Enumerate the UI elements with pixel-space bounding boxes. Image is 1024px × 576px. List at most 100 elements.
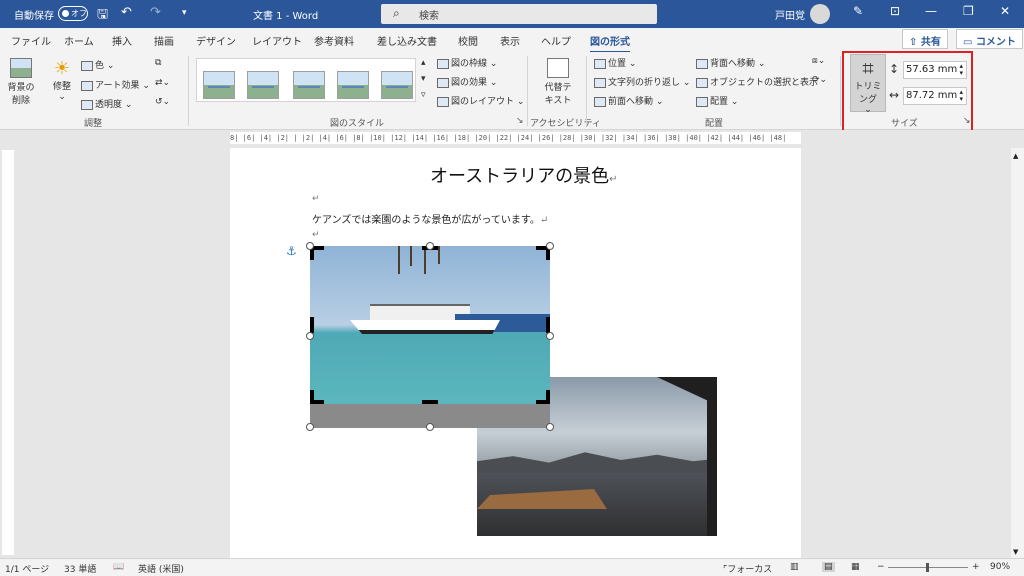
group-objects-icon[interactable]: ⧈⌄	[812, 56, 825, 66]
style-thumb[interactable]	[293, 71, 325, 99]
tab-references[interactable]: 参考資料	[314, 33, 354, 48]
redo-icon[interactable]: ↷	[150, 5, 161, 20]
remove-background-button[interactable]: 背景の 削除	[4, 58, 38, 106]
crop-handle[interactable]	[310, 317, 314, 333]
separator	[840, 56, 841, 126]
read-mode-icon[interactable]: ▥	[790, 562, 799, 572]
roof-shape	[477, 489, 607, 509]
size-group-highlight	[842, 51, 973, 132]
ribbon-display-icon[interactable]: ⊡	[890, 4, 900, 18]
style-thumb[interactable]	[337, 71, 369, 99]
page-count[interactable]: 1/1 ページ	[5, 562, 49, 575]
tab-view[interactable]: 表示	[500, 33, 520, 48]
print-layout-icon[interactable]: ▤	[822, 562, 835, 572]
tab-mailings[interactable]: 差し込み文書	[377, 33, 437, 48]
autosave-toggle[interactable]: オフ	[58, 6, 88, 21]
close-icon[interactable]: ✕	[1000, 4, 1010, 18]
zoom-level[interactable]: 90%	[990, 562, 1010, 572]
zoom-in-icon[interactable]: +	[972, 562, 980, 572]
wrap-text-button[interactable]: 文字列の折り返し ⌄	[594, 75, 690, 88]
ribbon-tabs: ファイル ホーム 挿入 描画 デザイン レイアウト 参考資料 差し込み文書 校閲…	[0, 28, 1024, 53]
tab-help[interactable]: ヘルプ	[541, 33, 571, 48]
align-button[interactable]: 配置 ⌄	[696, 94, 738, 107]
gallery-down-icon[interactable]: ▾	[421, 74, 426, 84]
pen-icon[interactable]: ✎	[853, 4, 863, 18]
proofing-icon[interactable]: 📖	[113, 562, 124, 572]
document-page[interactable]: オーストラリアの景色↵ ↵ ケアンズでは楽園のような景色が広がっています。↵ ↵…	[230, 148, 801, 558]
tab-design[interactable]: デザイン	[196, 33, 236, 48]
picture-border-button[interactable]: 図の枠線 ⌄	[437, 56, 497, 69]
send-backward-button[interactable]: 背面へ移動 ⌄	[696, 56, 765, 69]
compress-pictures-icon[interactable]: ⧉	[155, 58, 161, 68]
ferry-photo[interactable]	[310, 246, 550, 404]
selection-pane-button[interactable]: オブジェクトの選択と表示	[696, 75, 818, 88]
resize-handle[interactable]	[546, 242, 554, 250]
reset-picture-icon[interactable]: ↺⌄	[155, 97, 170, 107]
style-thumb[interactable]	[203, 71, 235, 99]
resize-handle[interactable]	[426, 423, 434, 431]
crop-handle[interactable]	[310, 390, 324, 404]
bring-forward-button[interactable]: 前面へ移動 ⌄	[594, 94, 663, 107]
avatar[interactable]	[810, 4, 830, 24]
customize-icon[interactable]: ▾	[182, 8, 187, 18]
resize-handle[interactable]	[306, 242, 314, 250]
search-placeholder: 検索	[419, 11, 439, 22]
paragraph-mark: ↵	[312, 194, 320, 204]
zoom-out-icon[interactable]: −	[877, 562, 885, 572]
styles-launcher-icon[interactable]: ↘	[516, 116, 524, 126]
web-layout-icon[interactable]: ▦	[851, 562, 860, 572]
tab-layout[interactable]: レイアウト	[252, 33, 302, 48]
undo-icon[interactable]: ↶	[121, 5, 132, 20]
tab-picture-format[interactable]: 図の形式	[590, 33, 630, 53]
focus-button[interactable]: ⌜フォーカス	[723, 562, 772, 575]
tab-insert[interactable]: 挿入	[112, 33, 132, 48]
corrections-button[interactable]: ☀ 修整 ⌄	[46, 58, 78, 102]
change-picture-icon[interactable]: ⇄⌄	[155, 78, 170, 88]
picture-styles-gallery	[196, 58, 416, 102]
vertical-scrollbar[interactable]: ▲ ▼	[1011, 148, 1024, 558]
alt-text-button[interactable]: 代替テ キスト	[540, 58, 576, 106]
comment-button[interactable]: ▭ コメント	[956, 29, 1023, 49]
gallery-more-icon[interactable]: ▿	[421, 90, 426, 100]
gallery-up-icon[interactable]: ▴	[421, 58, 426, 68]
crop-handle[interactable]	[546, 317, 550, 333]
scroll-up-icon[interactable]: ▲	[1013, 152, 1018, 160]
scroll-down-icon[interactable]: ▼	[1013, 548, 1018, 556]
search-box[interactable]: ⌕ 検索	[381, 4, 657, 24]
document-title-text[interactable]: オーストラリアの景色↵	[430, 162, 618, 188]
mountain-shape	[477, 452, 717, 473]
tab-file[interactable]: ファイル	[11, 33, 51, 48]
resize-handle[interactable]	[306, 332, 314, 340]
minimize-icon[interactable]: —	[925, 4, 937, 18]
tab-draw[interactable]: 描画	[154, 33, 174, 48]
tab-home[interactable]: ホーム	[64, 33, 94, 48]
style-thumb[interactable]	[381, 71, 413, 99]
crop-handle[interactable]	[422, 400, 438, 404]
body-paragraph[interactable]: ケアンズでは楽園のような景色が広がっています。↵	[312, 211, 548, 226]
rotate-icon[interactable]: ⟳⌄	[812, 75, 827, 85]
share-button[interactable]: ⇧ 共有	[902, 29, 948, 49]
position-button[interactable]: 位置 ⌄	[594, 56, 636, 69]
vertical-ruler[interactable]	[2, 150, 14, 555]
style-thumb[interactable]	[247, 71, 279, 99]
zoom-slider[interactable]	[888, 563, 968, 572]
resize-handle[interactable]	[546, 332, 554, 340]
art-effects-button[interactable]: アート効果 ⌄	[81, 78, 150, 91]
alt-text-icon	[547, 58, 569, 78]
tab-review[interactable]: 校閲	[458, 33, 478, 48]
user-name[interactable]: 戸田覚	[775, 7, 805, 22]
transparency-button[interactable]: 透明度 ⌄	[81, 97, 132, 110]
word-count[interactable]: 33 単語	[64, 562, 96, 575]
resize-handle[interactable]	[306, 423, 314, 431]
save-icon[interactable]: 🖫	[97, 5, 108, 27]
crop-handle[interactable]	[536, 390, 550, 404]
picture-layout-button[interactable]: 図のレイアウト ⌄	[437, 94, 524, 107]
resize-handle[interactable]	[546, 423, 554, 431]
separator	[527, 56, 528, 126]
resize-handle[interactable]	[426, 242, 434, 250]
picture-effects-button[interactable]: 図の効果 ⌄	[437, 75, 497, 88]
restore-icon[interactable]: ❐	[963, 4, 974, 18]
language-indicator[interactable]: 英語 (米国)	[138, 562, 184, 575]
color-button[interactable]: 色 ⌄	[81, 58, 114, 71]
horizontal-ruler[interactable]: 8| |6| |4| |2| | |2| |4| |6| |8| |10| |1…	[0, 130, 1024, 146]
